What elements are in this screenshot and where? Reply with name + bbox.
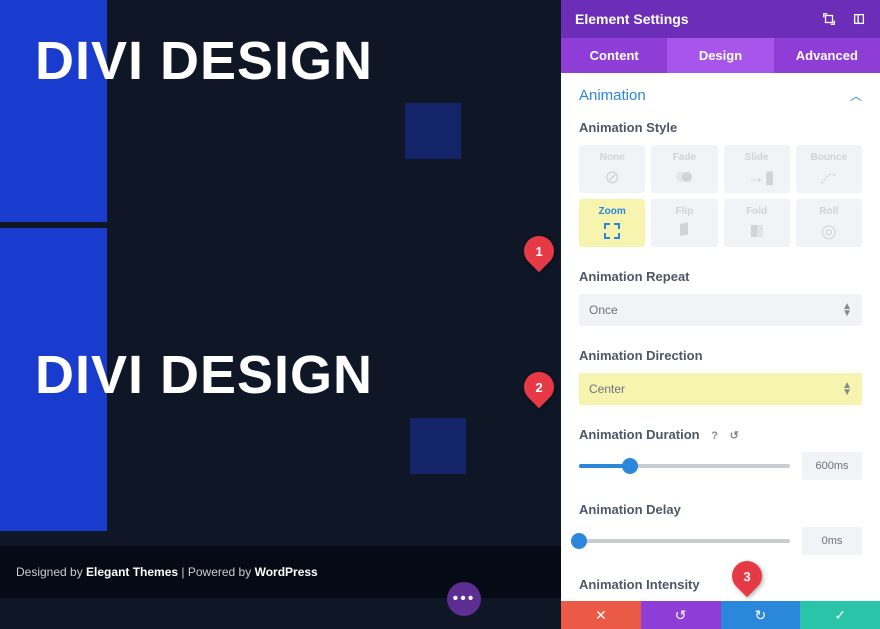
label-repeat: Animation Repeat [579,269,862,284]
chevron-up-icon: ︿ [850,87,862,104]
small-square-bottom [410,418,466,474]
style-none[interactable]: None⊘ [579,145,645,193]
redo-button[interactable]: ↻ [721,601,801,629]
slider-delay [579,527,862,555]
confirm-button[interactable]: ✓ [800,601,880,629]
undo-button[interactable]: ↺ [641,601,721,629]
style-zoom[interactable]: Zoom [579,199,645,247]
section-title: Animation [579,87,646,104]
select-repeat: Once ▲▼ [579,294,862,326]
panel-header: Element Settings [561,0,880,38]
tabs: Content Design Advanced [561,38,880,73]
tab-advanced[interactable]: Advanced [774,38,880,73]
action-bar: ✕ ↺ ↻ ✓ [561,601,880,629]
flip-icon [674,221,694,241]
detach-icon[interactable] [852,12,866,26]
cancel-button[interactable]: ✕ [561,601,641,629]
small-square-top [405,103,461,159]
slider-knob[interactable] [622,458,638,474]
roll-icon: ◎ [819,221,839,241]
reset-icon[interactable]: ↺ [730,430,739,442]
footer-platform: WordPress [255,565,318,579]
style-grid: None⊘ Fade Slide→▮ Bounce Zoom Flip Fold… [579,145,862,247]
page-preview: DIVI DESIGN DIVI DESIGN Designed by Eleg… [0,0,561,629]
tab-content[interactable]: Content [561,38,667,73]
fade-icon [674,167,694,187]
label-animation-style: Animation Style [579,120,862,135]
style-flip[interactable]: Flip [651,199,717,247]
footer-text: Designed by [16,565,86,579]
label-direction: Animation Direction [579,348,862,363]
none-icon: ⊘ [602,167,622,187]
style-fold[interactable]: Fold [724,199,790,247]
panel-title: Element Settings [575,11,689,27]
direction-select[interactable]: Center [579,373,862,405]
style-bounce[interactable]: Bounce [796,145,862,193]
delay-input[interactable] [802,527,862,555]
panel-body: Animation ︿ Animation Style None⊘ Fade S… [561,73,880,601]
label-delay: Animation Delay [579,502,862,517]
duration-input[interactable] [802,452,862,480]
settings-panel: Element Settings Content Design Advanced… [561,0,880,629]
heading-top: DIVI DESIGN [35,30,373,92]
section-animation[interactable]: Animation ︿ [579,87,862,104]
expand-icon[interactable] [822,12,836,26]
zoom-icon [602,221,622,241]
help-icon[interactable]: ? [711,430,718,442]
fab-menu[interactable]: ••• [447,582,481,616]
heading-bottom: DIVI DESIGN [35,344,373,406]
repeat-select[interactable]: Once [579,294,862,326]
style-fade[interactable]: Fade [651,145,717,193]
label-intensity: Animation Intensity [579,577,862,592]
bounce-icon [819,167,839,187]
fold-icon [747,221,767,241]
slider-knob[interactable] [571,533,587,549]
slide-icon: →▮ [747,167,767,187]
style-roll[interactable]: Roll◎ [796,199,862,247]
footer-sep: | Powered by [178,565,255,579]
slider-duration [579,452,862,480]
style-slide[interactable]: Slide→▮ [724,145,790,193]
select-direction: Center ▲▼ [579,373,862,405]
footer-theme: Elegant Themes [86,565,178,579]
label-duration: Animation Duration ? ↺ [579,427,862,442]
tab-design[interactable]: Design [667,38,773,73]
